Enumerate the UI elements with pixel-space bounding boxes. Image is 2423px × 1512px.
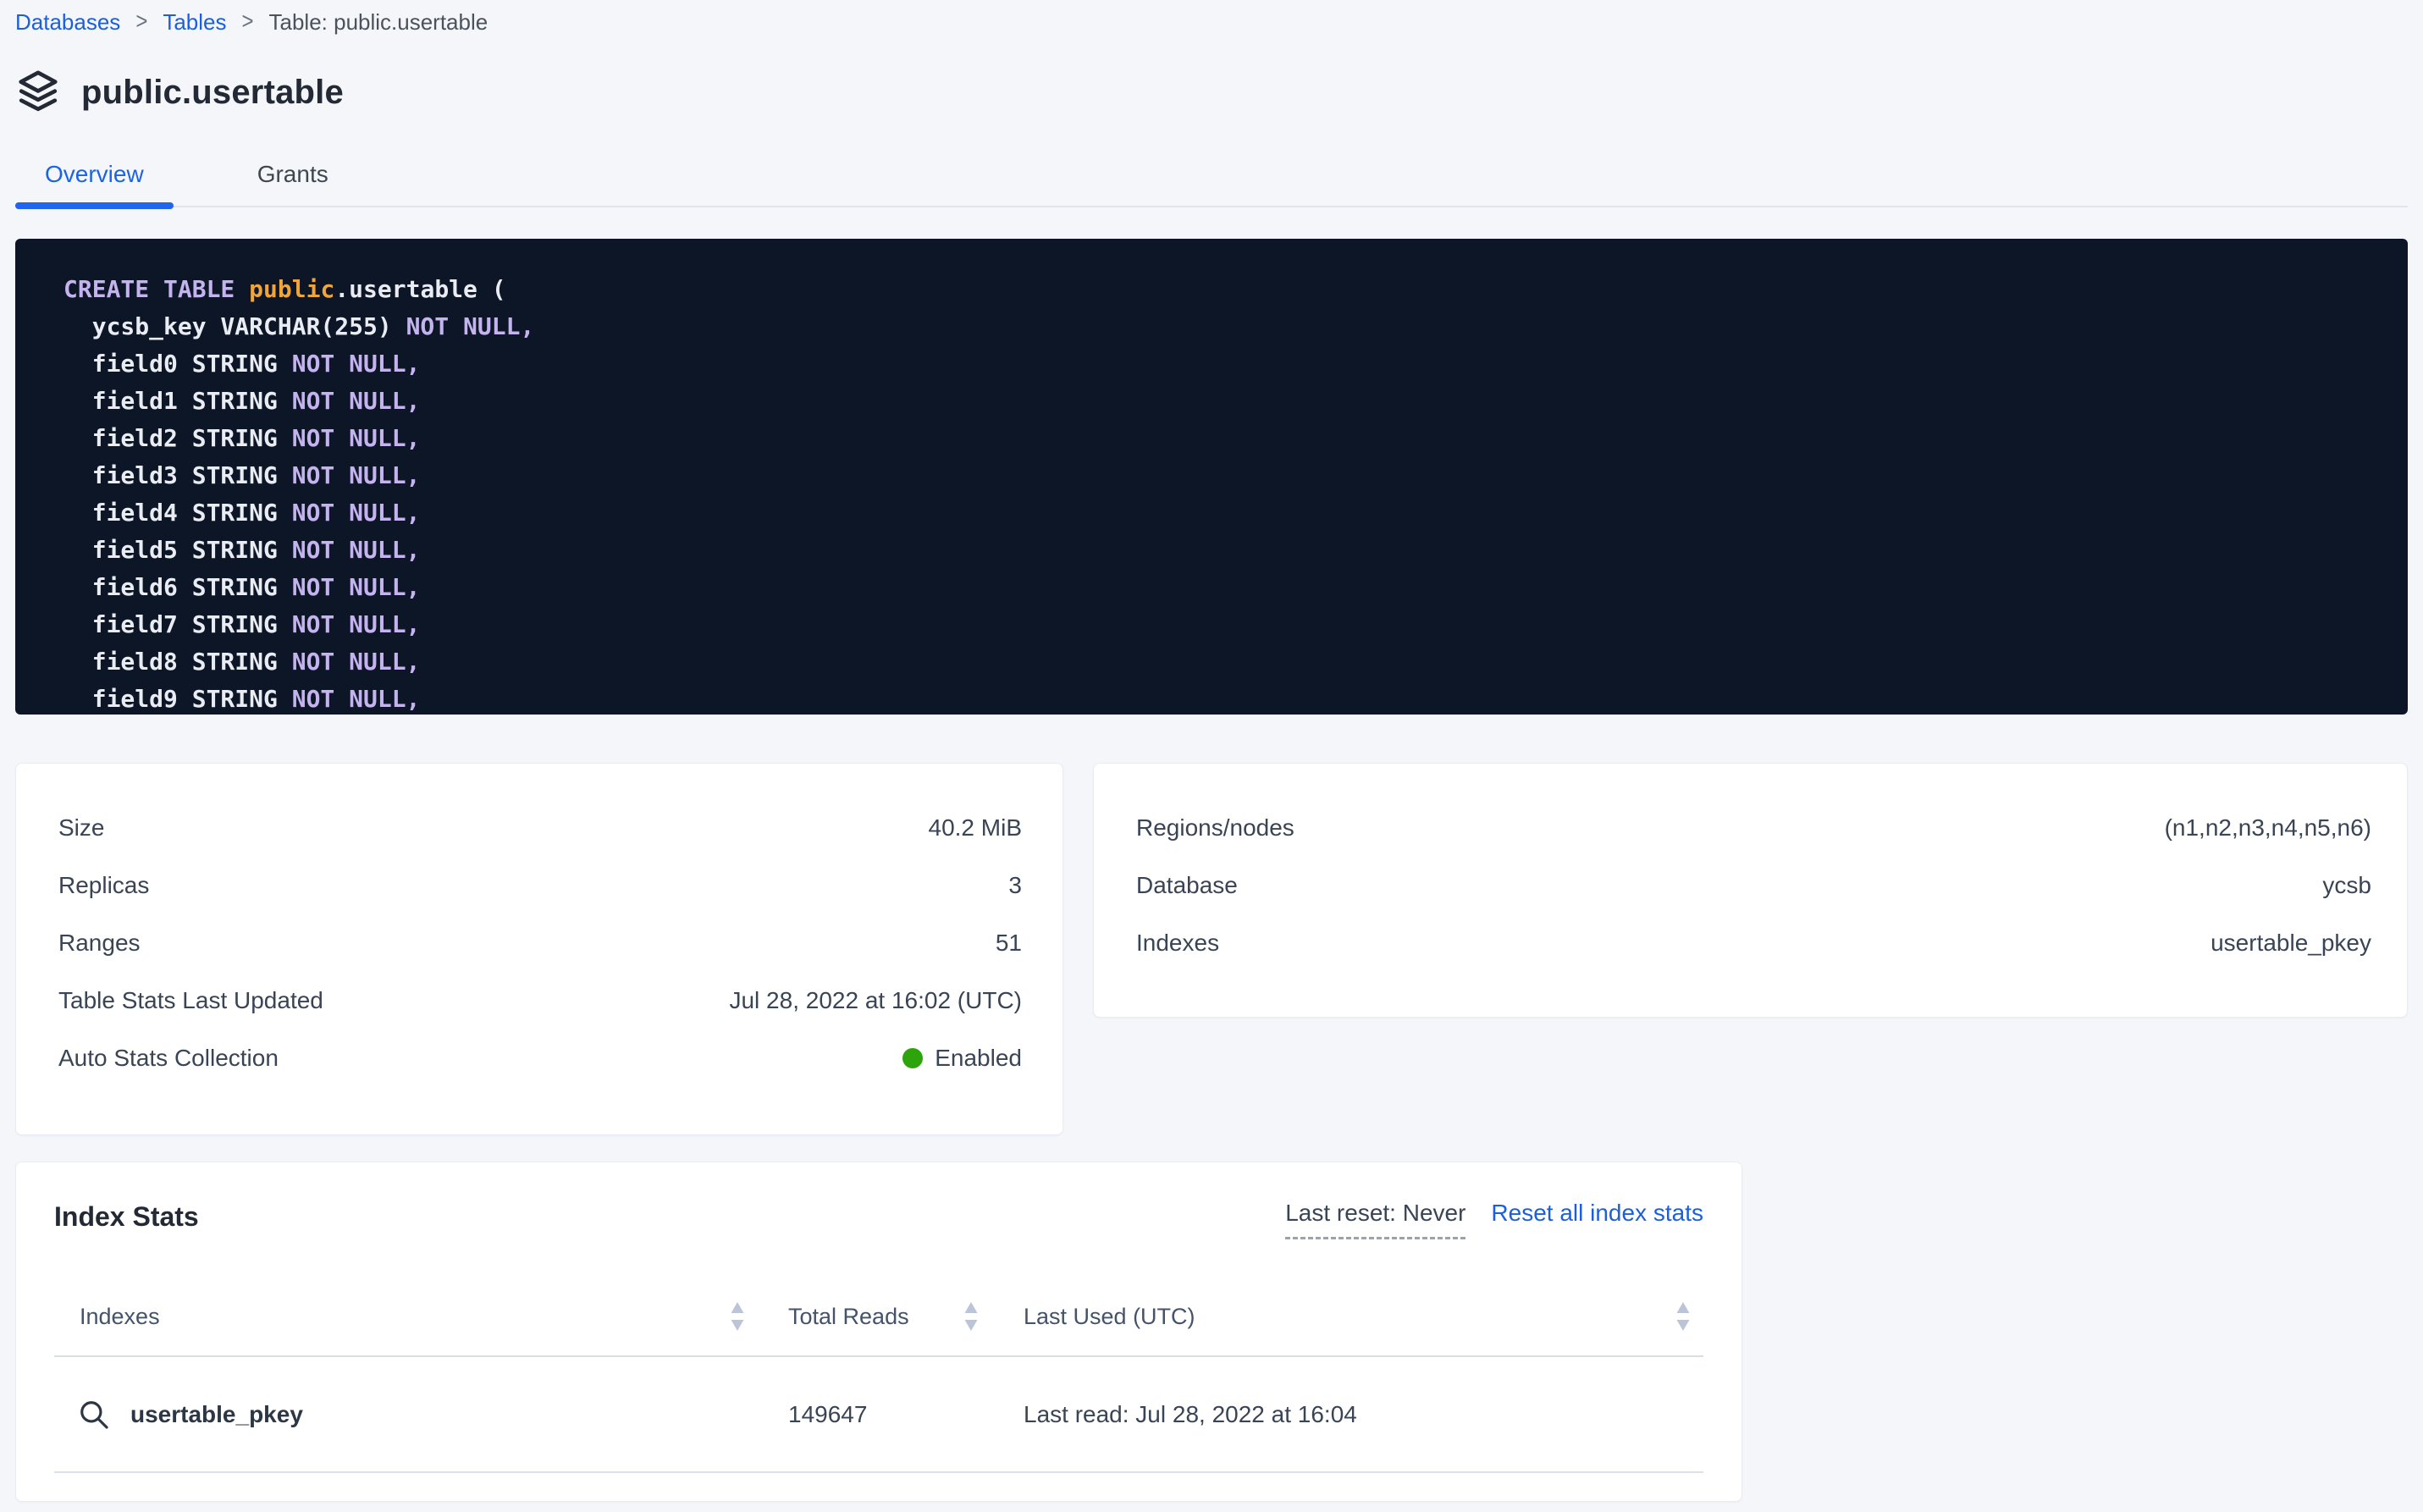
index-table-row: usertable_pkey 149647Last read: Jul 28, 2…	[54, 1357, 1703, 1473]
stat-value-text: Enabled	[935, 1045, 1022, 1072]
sql-line: field5 STRING NOT NULL,	[63, 536, 420, 564]
stat-label: Table Stats Last Updated	[58, 987, 323, 1014]
stat-label: Ranges	[58, 930, 141, 957]
table-detail-page: Databases > Tables > Table: public.usert…	[0, 0, 2423, 1512]
total-reads-cell: 149647	[788, 1401, 1024, 1428]
stat-value: 3	[1008, 872, 1022, 899]
stat-value-text: 40.2 MiB	[929, 814, 1023, 842]
breadcrumb-current: Table: public.usertable	[269, 9, 488, 36]
sql-line: field9 STRING NOT NULL,	[63, 685, 420, 713]
sort-icon[interactable]	[1676, 1302, 1690, 1331]
stat-value-text: Jul 28, 2022 at 16:02 (UTC)	[729, 987, 1022, 1014]
column-header-last-used[interactable]: Last Used (UTC)	[1024, 1277, 1703, 1355]
sort-icon[interactable]	[731, 1302, 744, 1331]
sql-line: field2 STRING NOT NULL,	[63, 424, 420, 452]
stat-row: Table Stats Last Updated Jul 28, 2022 at …	[58, 972, 1022, 1029]
column-header-indexes[interactable]: Indexes	[54, 1277, 788, 1355]
sql-line: field8 STRING NOT NULL,	[63, 648, 420, 676]
stat-row: Indexes usertable_pkey	[1136, 914, 2371, 972]
create-statement-box: CREATE TABLE public.usertable ( ycsb_key…	[15, 239, 2408, 715]
stat-value-text: ycsb	[2322, 872, 2371, 899]
stat-row: Replicas 3	[58, 857, 1022, 914]
chevron-right-icon: >	[135, 8, 147, 36]
stat-value-text: 3	[1008, 872, 1022, 899]
index-stats-header: Index Stats Last reset: Never Reset all …	[54, 1196, 1703, 1237]
index-table-header: Indexes Total Reads Last Used (UTC)	[54, 1277, 1703, 1357]
sql-line: CREATE TABLE public.usertable (	[63, 275, 506, 303]
page-header: public.usertable	[15, 68, 2408, 118]
index-name-cell: usertable_pkey	[54, 1399, 788, 1431]
chevron-right-icon: >	[241, 8, 253, 36]
stat-label: Size	[58, 814, 104, 842]
stat-row: Size 40.2 MiB	[58, 799, 1022, 857]
tab-grants[interactable]: Grants	[228, 140, 358, 206]
stat-row: Ranges 51	[58, 914, 1022, 972]
tab-overview[interactable]: Overview	[15, 140, 174, 206]
stat-value: 40.2 MiB	[929, 814, 1023, 842]
stat-value: usertable_pkey	[2211, 930, 2371, 957]
index-stats-card: Index Stats Last reset: Never Reset all …	[15, 1162, 1742, 1502]
stat-value: ycsb	[2322, 872, 2371, 899]
column-header-total-reads[interactable]: Total Reads	[788, 1277, 1024, 1355]
stat-row: Database ycsb	[1136, 857, 2371, 914]
sql-line: field1 STRING NOT NULL,	[63, 387, 420, 415]
sql-line: field6 STRING NOT NULL,	[63, 573, 420, 601]
stats-cards: Size 40.2 MiB Replicas 3 Ranges 51 Table Stats…	[15, 763, 2408, 1135]
stat-value-text: usertable_pkey	[2211, 930, 2371, 957]
stat-value: 51	[996, 930, 1022, 957]
search-icon	[78, 1399, 110, 1431]
index-table-body: usertable_pkey 149647Last read: Jul 28, 2…	[54, 1357, 1703, 1473]
column-label: Last Used (UTC)	[1024, 1304, 1195, 1330]
last-reset-label: Last reset: Never	[1285, 1196, 1465, 1239]
column-label: Indexes	[80, 1304, 160, 1330]
status-dot-icon	[902, 1048, 923, 1068]
index-name: usertable_pkey	[130, 1401, 303, 1428]
index-stats-title: Index Stats	[54, 1196, 199, 1237]
sql-line: field0 STRING NOT NULL,	[63, 350, 420, 378]
page-title: public.usertable	[81, 74, 344, 112]
stat-label: Database	[1136, 872, 1238, 899]
stat-value-text: (n1,n2,n3,n4,n5,n6)	[2165, 814, 2371, 842]
stat-label: Auto Stats Collection	[58, 1045, 279, 1072]
stat-value: (n1,n2,n3,n4,n5,n6)	[2165, 814, 2371, 842]
reset-index-stats-link[interactable]: Reset all index stats	[1491, 1196, 1703, 1230]
column-label: Total Reads	[788, 1304, 909, 1330]
table-overview-card: Size 40.2 MiB Replicas 3 Ranges 51 Table Stats…	[15, 763, 1063, 1135]
stat-label: Replicas	[58, 872, 149, 899]
sql-line: ycsb_key VARCHAR(255) NOT NULL,	[63, 312, 534, 340]
stat-value: Enabled	[902, 1045, 1022, 1072]
tab-bar: Overview Grants	[15, 140, 2408, 207]
stat-value: Jul 28, 2022 at 16:02 (UTC)	[729, 987, 1022, 1014]
stat-label: Indexes	[1136, 930, 1219, 957]
breadcrumb-link-databases[interactable]: Databases	[15, 9, 120, 36]
stat-label: Regions/nodes	[1136, 814, 1294, 842]
create-statement-sql: CREATE TABLE public.usertable ( ycsb_key…	[63, 271, 2374, 715]
index-stats-controls: Last reset: Never Reset all index stats	[1285, 1196, 1703, 1239]
sql-line: field3 STRING NOT NULL,	[63, 461, 420, 489]
stack-icon	[15, 68, 61, 118]
stat-row: Auto Stats Collection Enabled	[58, 1029, 1022, 1087]
table-details-card: Regions/nodes (n1,n2,n3,n4,n5,n6) Database…	[1093, 763, 2408, 1018]
sort-icon[interactable]	[964, 1302, 978, 1331]
last-used-cell: Last read: Jul 28, 2022 at 16:04	[1024, 1401, 1703, 1428]
sql-line: field4 STRING NOT NULL,	[63, 499, 420, 527]
stat-value-text: 51	[996, 930, 1022, 957]
stat-row: Regions/nodes (n1,n2,n3,n4,n5,n6)	[1136, 799, 2371, 857]
breadcrumb-link-tables[interactable]: Tables	[163, 9, 226, 36]
breadcrumb: Databases > Tables > Table: public.usert…	[15, 7, 2408, 37]
sql-line: field7 STRING NOT NULL,	[63, 610, 420, 638]
